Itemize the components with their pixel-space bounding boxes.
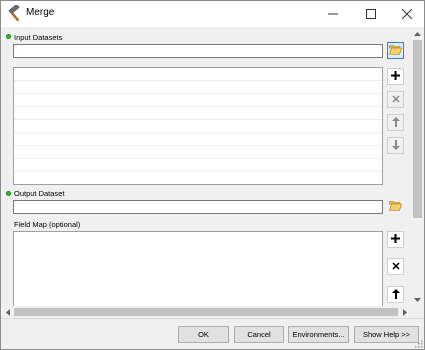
scroll-up-arrow-icon[interactable] [411,27,424,40]
folder-open-icon [389,200,402,213]
move-field-up-button[interactable] [387,286,404,303]
close-button[interactable] [389,1,424,27]
horizontal-scroll-thumb[interactable] [14,308,398,316]
input-datasets-field[interactable] [13,44,383,58]
move-dataset-down-button[interactable] [387,137,404,154]
arrow-up-icon [391,288,400,301]
arrow-down-icon [391,139,400,152]
folder-open-icon [389,44,402,57]
plus-icon [391,71,400,82]
hammer-icon [6,3,24,23]
input-datasets-label: Input Datasets [14,33,63,42]
scroll-left-arrow-icon[interactable] [1,306,14,318]
resize-grip-icon[interactable] [413,338,423,348]
window-title: Merge [26,7,55,18]
plus-icon [391,234,400,245]
minimize-button[interactable] [315,1,351,27]
x-icon [391,261,400,272]
scroll-right-arrow-icon[interactable] [398,306,411,318]
close-icon [402,9,412,19]
move-dataset-up-button[interactable] [387,114,404,131]
maximize-button[interactable] [353,1,389,27]
minimize-icon [328,9,338,19]
arrow-up-icon [391,116,400,129]
vertical-scrollbar[interactable] [411,27,424,306]
scroll-corner [411,306,424,318]
add-field-button[interactable] [387,231,404,248]
output-dataset-field[interactable] [13,200,383,214]
maximize-icon [366,9,376,19]
required-indicator-icon [6,191,11,196]
vertical-scroll-thumb[interactable] [413,40,422,218]
merge-dialog: Merge Input Datasets Output Dataset Fiel… [0,0,425,350]
input-datasets-list[interactable] [13,67,383,185]
input-datasets-browse-button[interactable] [387,42,404,59]
horizontal-scrollbar[interactable] [1,306,411,318]
ok-button[interactable]: OK [178,326,229,343]
x-icon [391,94,400,105]
cancel-button[interactable]: Cancel [234,326,284,343]
tool-parameters-panel: Input Datasets Output Dataset Field Map … [1,27,424,332]
output-dataset-label: Output Dataset [14,189,65,198]
required-indicator-icon [6,34,11,39]
add-dataset-button[interactable] [387,68,404,85]
output-dataset-browse-button[interactable] [387,198,404,215]
field-map-label: Field Map (optional) [14,220,81,229]
title-bar[interactable]: Merge [1,1,424,27]
remove-dataset-button[interactable] [387,91,404,108]
show-help-button[interactable]: Show Help >> [354,326,419,343]
scroll-down-arrow-icon[interactable] [411,293,424,306]
dialog-footer: OK Cancel Environments... Show Help >> [1,318,424,349]
environments-button[interactable]: Environments... [288,326,349,343]
remove-field-button[interactable] [387,258,404,275]
